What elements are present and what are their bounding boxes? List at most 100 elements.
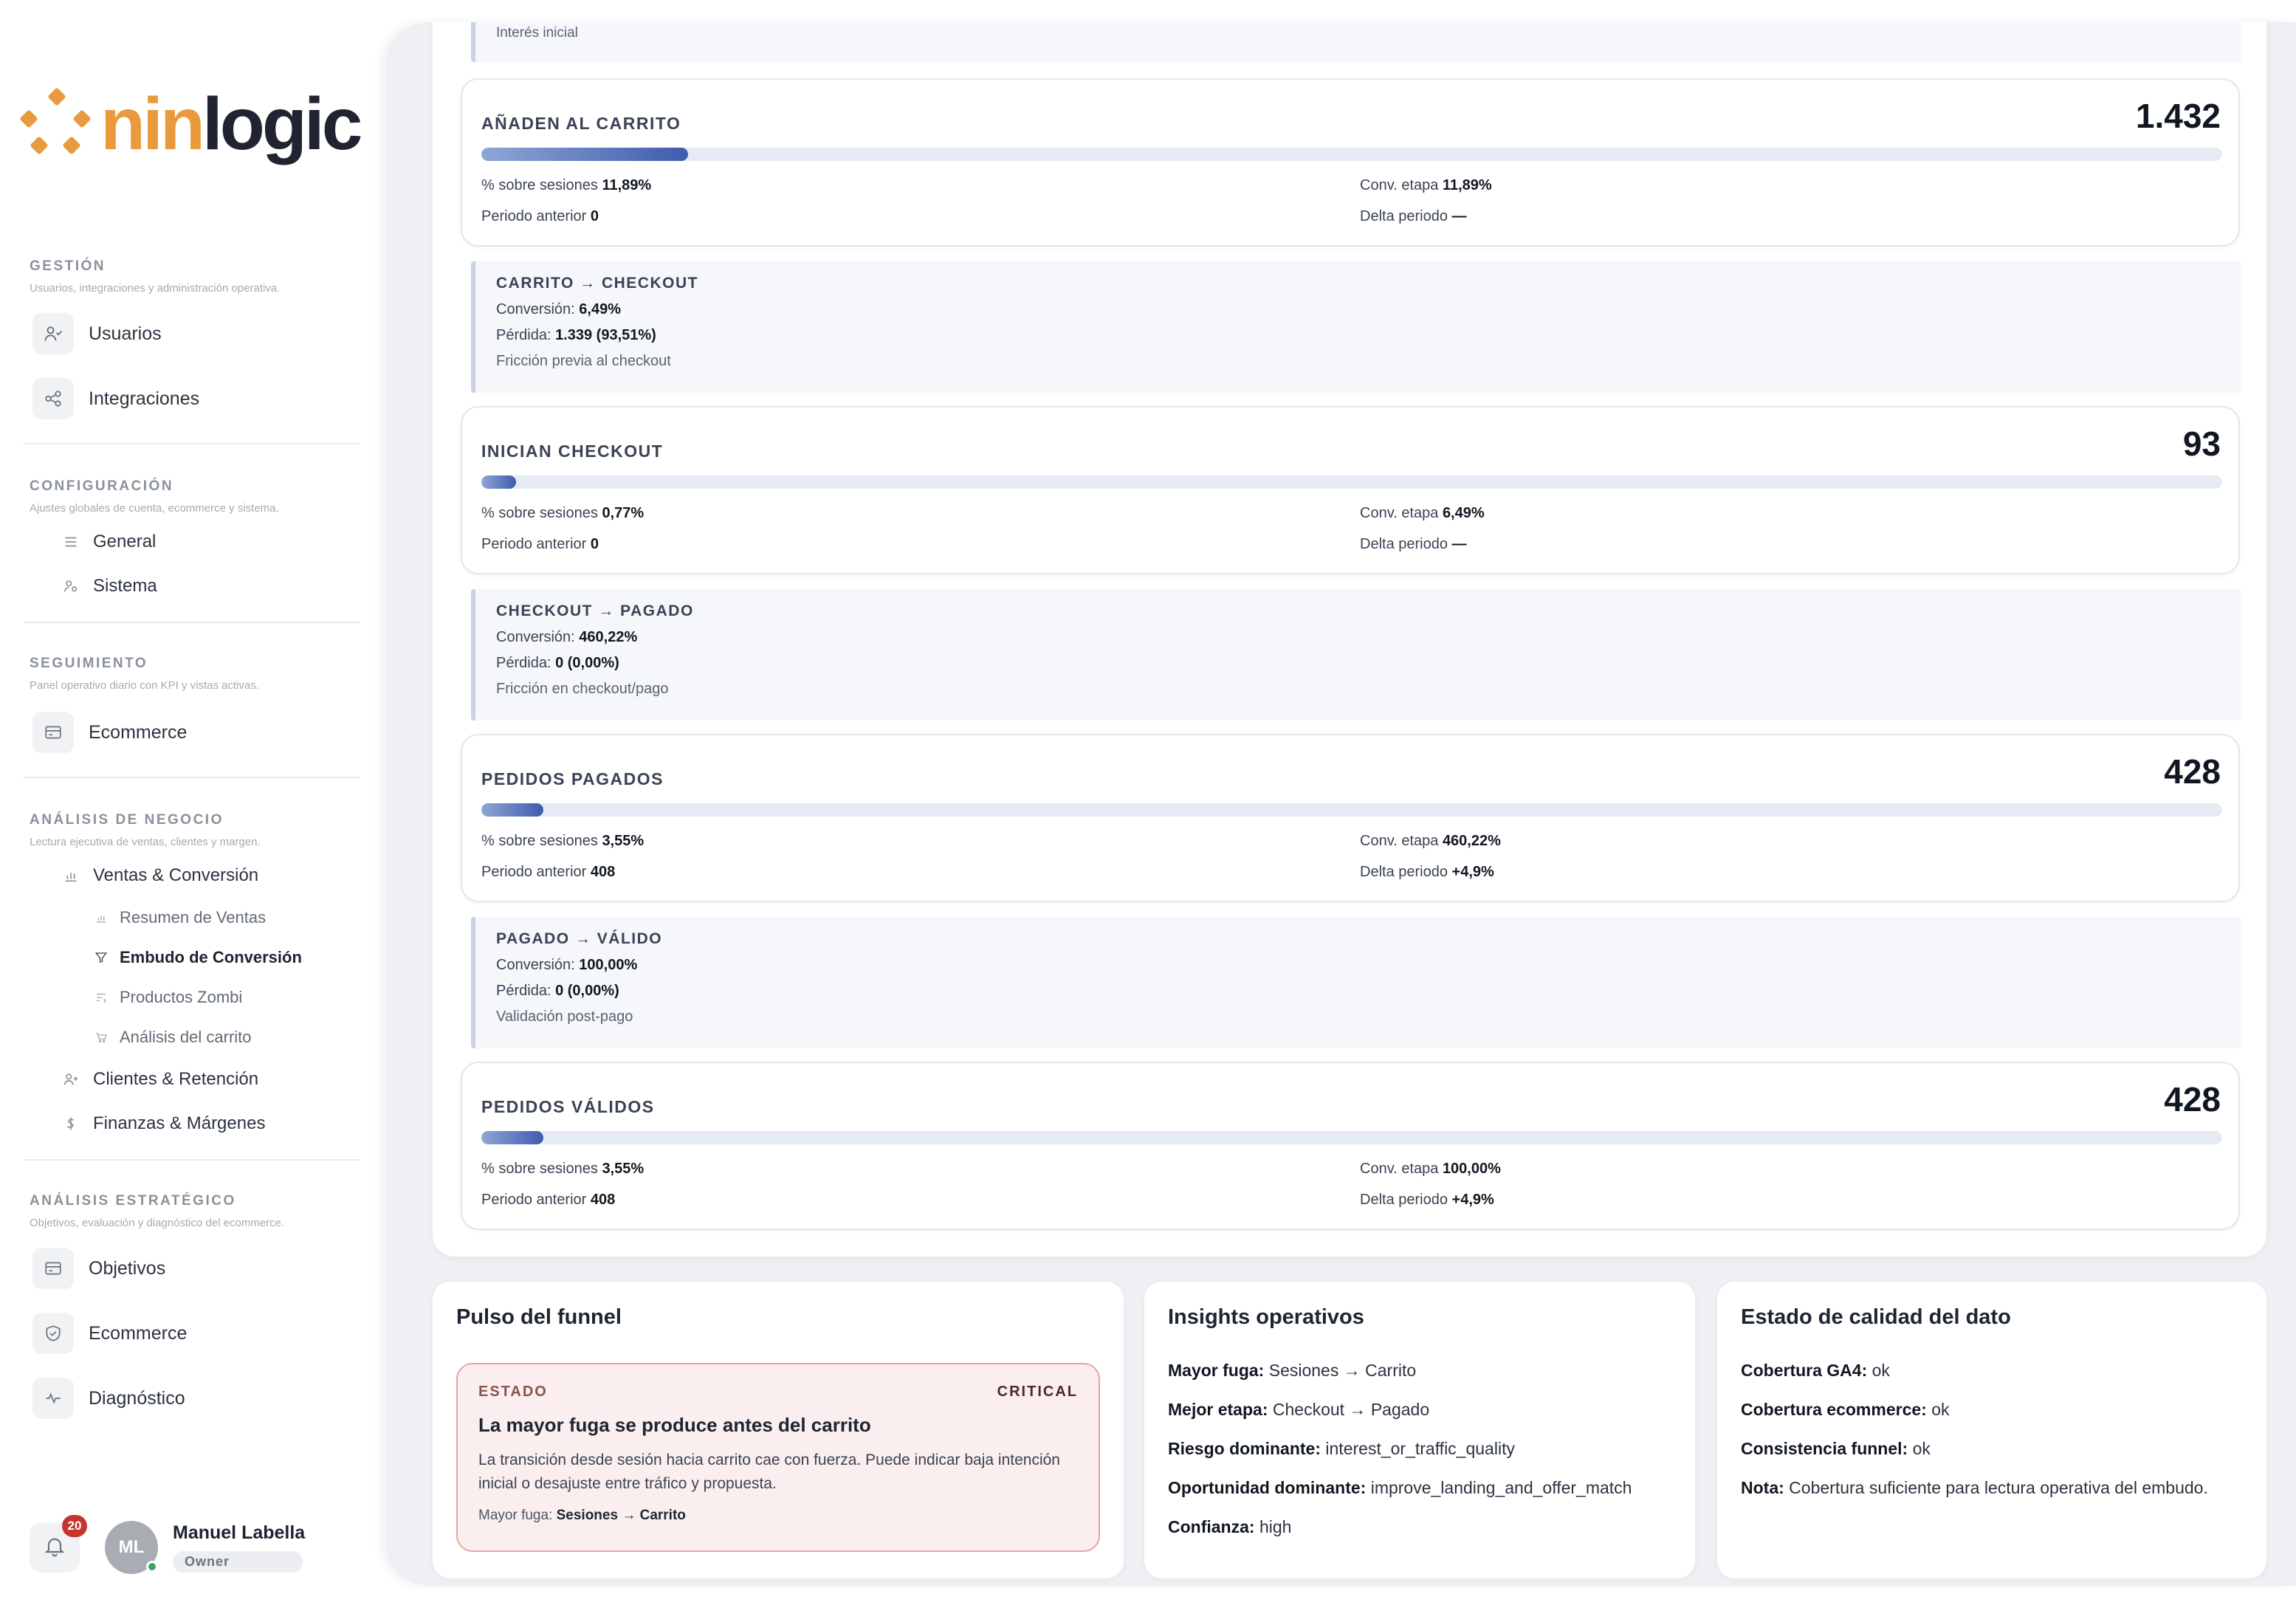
stage-card-anaden-carrito: AÑADEN AL CARRITO 1.432 % sobre sesiones… [461,78,2240,247]
transition-perdida: Pérdida: 0 (0,00%) [496,983,619,999]
sidebar-item-integraciones[interactable]: Integraciones [32,378,199,419]
stage-metric-sobre-sesiones: % sobre sesiones 11,89% [481,177,652,193]
sidebar-item-ventas-conversion[interactable]: Ventas & Conversión [61,865,258,886]
stage-metric-periodo-anterior: Periodo anterior 0 [481,208,599,224]
menu-lines-icon [61,532,81,552]
stage-title: PEDIDOS VÁLIDOS [481,1097,655,1116]
section-title: SEGUIMIENTO [30,656,148,671]
transition-conversion: Conversión: 460,22% [496,629,638,645]
section-title: ANÁLISIS ESTRATÉGICO [30,1193,236,1209]
status-footer: Mayor fuga: Sesiones → Carrito [478,1508,686,1523]
section-analisis-estrategico: ANÁLISIS ESTRATÉGICO Objetivos, evaluaci… [30,1193,362,1229]
user-gear-icon [61,576,81,597]
pulse-card: Pulso del funnel ESTADO CRITICAL La mayo… [433,1282,1124,1578]
transition-title: PAGADO → VÁLIDO [496,930,663,947]
bar-chart-icon [61,865,81,886]
stage-progress-fill [481,803,543,817]
logo-mark-icon [19,87,92,158]
card-title: Estado de calidad del dato [1741,1305,2011,1329]
transition-card-top: Interés inicial [471,22,2241,62]
stage-progress-fill [481,1131,543,1144]
stage-progress-track [481,803,2222,817]
sidebar-item-diagnostico[interactable]: Diagnóstico [32,1378,185,1419]
stage-metric-periodo-anterior: Periodo anterior 0 [481,536,599,552]
funnel-icon [93,949,109,966]
list-filter-icon [93,989,109,1006]
sidebar-item-general[interactable]: General [61,532,156,552]
sidebar-divider [24,1159,360,1161]
stage-title: AÑADEN AL CARRITO [481,114,681,133]
stage-value: 428 [2164,752,2221,791]
sidebar-item-embudo-conversion[interactable]: Embudo de Conversión [93,948,302,967]
card-title: Pulso del funnel [456,1305,622,1329]
sidebar-divider [24,777,360,778]
stage-metric-delta: Delta periodo +4,9% [1360,1192,1494,1208]
transition-card-pagado-valido: PAGADO → VÁLIDO Conversión: 100,00% Pérd… [471,917,2241,1048]
pulse-icon [32,1378,74,1419]
transition-card-carrito-checkout: CARRITO → CHECKOUT Conversión: 6,49% Pér… [471,261,2241,393]
main-content: Interés inicial AÑADEN AL CARRITO 1.432 … [385,22,2296,1586]
stage-metric-periodo-anterior: Periodo anterior 408 [481,1192,616,1208]
status-label: ESTADO [478,1384,548,1400]
section-desc: Panel operativo diario con KPI y vistas … [30,679,259,692]
quality-row: Cobertura GA4: ok [1741,1361,1890,1380]
user-plus-icon [61,1069,81,1090]
app-window: ninlogic GESTIÓN Usuarios, integraciones… [0,0,2296,1608]
stage-card-pedidos-validos: PEDIDOS VÁLIDOS 428 % sobre sesiones 3,5… [461,1062,2240,1230]
section-title: CONFIGURACIÓN [30,478,174,494]
stage-metric-conv-etapa: Conv. etapa 6,49% [1360,505,1485,521]
stage-value: 1.432 [2135,97,2221,135]
logo[interactable]: ninlogic [19,87,362,161]
transition-note: Interés inicial [496,25,578,41]
sidebar-item-ecommerce[interactable]: Ecommerce [32,712,187,753]
stage-title: PEDIDOS PAGADOS [481,769,664,788]
avatar[interactable]: ML [105,1521,158,1574]
quality-row: Consistencia funnel: ok [1741,1439,1931,1458]
stage-progress-track [481,475,2222,489]
credit-card-icon [32,712,74,753]
stage-metric-sobre-sesiones: % sobre sesiones 3,55% [481,833,645,849]
user-info[interactable]: Manuel Labella Owner [173,1522,305,1573]
sidebar-item-objetivos[interactable]: Objetivos [32,1248,165,1289]
section-title: GESTIÓN [30,258,106,274]
stage-metric-conv-etapa: Conv. etapa 100,00% [1360,1161,1501,1177]
sidebar-item-sistema[interactable]: Sistema [61,576,157,597]
quality-row: Cobertura ecommerce: ok [1741,1400,1950,1419]
insight-row: Riesgo dominante: interest_or_traffic_qu… [1168,1439,1515,1458]
sidebar-item-clientes-retencion[interactable]: Clientes & Retención [61,1069,258,1090]
stage-metric-conv-etapa: Conv. etapa 11,89% [1360,177,1492,193]
data-quality-card: Estado de calidad del dato Cobertura GA4… [1717,1282,2266,1578]
share-icon [32,378,74,419]
stage-metric-delta: Delta periodo — [1360,536,1467,552]
sidebar-item-ecommerce-estrategico[interactable]: Ecommerce [32,1313,187,1354]
status-headline: La mayor fuga se produce antes del carri… [478,1414,871,1436]
transition-note: Validación post-pago [496,1009,633,1025]
sidebar-item-finanzas-margenes[interactable]: Finanzas & Márgenes [61,1113,265,1134]
sidebar-item-analisis-carrito[interactable]: Análisis del carrito [93,1028,252,1047]
insight-row: Oportunidad dominante: improve_landing_a… [1168,1478,1632,1497]
transition-conversion: Conversión: 100,00% [496,957,638,973]
sidebar-item-productos-zombi[interactable]: Productos Zombi [93,988,242,1007]
stage-metric-sobre-sesiones: % sobre sesiones 3,55% [481,1161,645,1177]
online-status-dot [146,1561,158,1573]
insight-row: Mayor fuga: Sesiones → Carrito [1168,1361,1417,1380]
stage-metric-delta: Delta periodo — [1360,208,1467,224]
section-analisis-negocio: ANÁLISIS DE NEGOCIO Lectura ejecutiva de… [30,812,362,848]
sidebar-item-resumen-ventas[interactable]: Resumen de Ventas [93,908,266,927]
section-seguimiento: SEGUIMIENTO Panel operativo diario con K… [30,656,362,692]
user-footer: 20 ML Manuel Labella Owner [30,1515,305,1574]
sidebar-item-usuarios[interactable]: Usuarios [32,313,162,354]
section-desc: Ajustes globales de cuenta, ecommerce y … [30,502,279,515]
transition-card-checkout-pagado: CHECKOUT → PAGADO Conversión: 460,22% Pé… [471,589,2241,721]
stage-progress-track [481,1131,2222,1144]
stage-card-inician-checkout: INICIAN CHECKOUT 93 % sobre sesiones 0,7… [461,406,2240,574]
stage-progress-track [481,148,2222,161]
stage-card-pedidos-pagados: PEDIDOS PAGADOS 428 % sobre sesiones 3,5… [461,734,2240,902]
user-role-badge: Owner [173,1551,303,1573]
stage-title: INICIAN CHECKOUT [481,441,664,461]
notifications-button[interactable]: 20 [30,1515,87,1573]
insights-list: Mayor fuga: Sesiones → Carrito Mejor eta… [1168,1361,1671,1537]
section-configuracion: CONFIGURACIÓN Ajustes globales de cuenta… [30,478,362,515]
transition-conversion: Conversión: 6,49% [496,301,621,317]
users-icon [32,313,74,354]
